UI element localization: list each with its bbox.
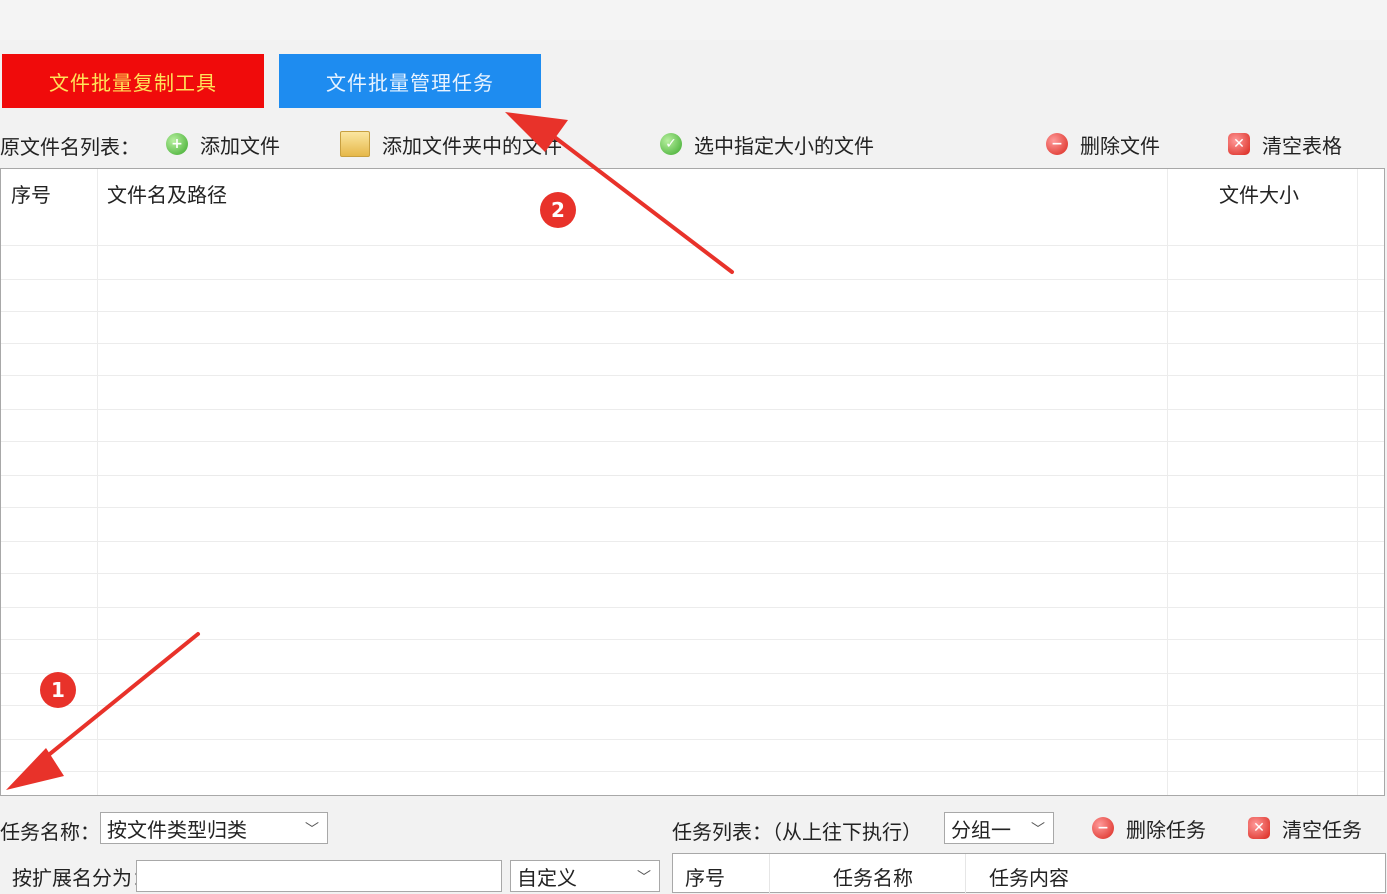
- arrow-1-head: [6, 748, 64, 790]
- annotation-badge-1: 1: [40, 672, 76, 708]
- annotation-overlay: [6, 112, 734, 790]
- annotation-badge-2: 2: [540, 192, 576, 228]
- arrow-2-head: [505, 112, 568, 152]
